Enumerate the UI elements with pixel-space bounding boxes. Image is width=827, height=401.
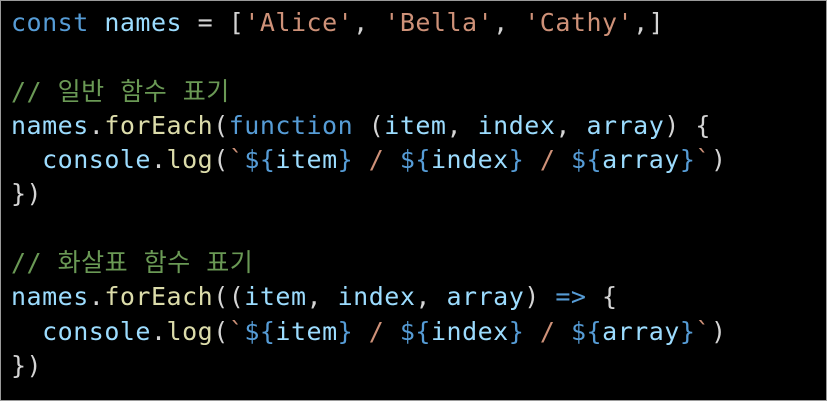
code-token: / — [353, 145, 400, 175]
code-token: 'Cathy' — [524, 8, 634, 37]
code-token: . — [88, 282, 105, 312]
code-token: } — [679, 316, 696, 346]
code-token: index — [430, 316, 509, 346]
code-token: 'Bella' — [384, 8, 494, 37]
code-token: item — [244, 282, 307, 312]
code-token: names — [11, 282, 89, 312]
code-token: array — [602, 145, 680, 175]
code-token: } — [337, 316, 354, 346]
code-block[interactable]: const names = ['Alice', 'Bella', 'Cathy'… — [11, 6, 818, 395]
code-token: ` — [228, 316, 245, 346]
code-token: names — [11, 110, 89, 140]
code-token: (( — [213, 282, 245, 312]
code-token: forEach — [104, 282, 214, 312]
code-token: ) — [710, 316, 727, 346]
code-token: } — [508, 145, 525, 175]
code-token: ${ — [570, 145, 603, 175]
code-line: // 일반 함수 표기 — [11, 75, 818, 109]
code-token: index — [430, 145, 509, 175]
code-token: ${ — [399, 316, 431, 346]
code-token: . — [150, 145, 167, 175]
code-token: console — [42, 145, 151, 175]
code-token: , — [555, 110, 587, 140]
code-token: ) { — [664, 110, 711, 140]
code-token: , — [306, 282, 338, 312]
code-line: // 화살표 함수 표기 — [11, 246, 818, 280]
code-token: , — [353, 8, 385, 37]
code-token: } — [679, 145, 696, 175]
code-token: forEach — [104, 110, 214, 140]
code-token: ) — [524, 282, 556, 312]
code-token: ` — [695, 145, 711, 175]
code-token: console — [42, 316, 151, 346]
code-token: ` — [228, 145, 245, 175]
code-token: names — [104, 8, 183, 37]
code-token: / — [524, 316, 571, 346]
code-token: // 화살표 함수 표기 — [11, 248, 254, 278]
code-token: ( — [213, 316, 229, 346]
code-token: ${ — [570, 316, 603, 346]
code-token: ` — [695, 316, 711, 346]
code-token: ( — [213, 145, 229, 175]
code-token: const — [11, 8, 89, 37]
code-token: . — [150, 316, 167, 346]
code-token: item — [384, 110, 447, 140]
code-token: index — [337, 282, 416, 312]
code-token: array — [586, 110, 665, 140]
code-token: ) — [710, 145, 727, 175]
code-line: }) — [11, 349, 818, 383]
code-editor-panel: const names = ['Alice', 'Bella', 'Cathy'… — [0, 0, 827, 401]
code-token: , — [446, 110, 478, 140]
code-line: console.log(`${item} / ${index} / ${arra… — [11, 143, 818, 177]
code-token: { — [586, 282, 618, 312]
code-token: ${ — [244, 145, 276, 175]
code-token: ${ — [399, 145, 431, 175]
code-token: ${ — [244, 316, 276, 346]
code-token: item — [275, 145, 338, 175]
code-token: , — [415, 282, 447, 312]
code-line: console.log(`${item} / ${index} / ${arra… — [11, 315, 818, 349]
code-token: }) — [11, 179, 43, 209]
code-token: function — [228, 110, 354, 140]
code-token: item — [275, 316, 338, 346]
code-token: } — [337, 145, 354, 175]
code-token: log — [166, 316, 214, 346]
code-token: / — [353, 316, 400, 346]
code-token: log — [166, 145, 214, 175]
code-token: ,] — [633, 8, 665, 37]
code-line: const names = ['Alice', 'Bella', 'Cathy'… — [11, 6, 818, 40]
code-token: ( — [213, 110, 229, 140]
code-token: , — [493, 8, 525, 37]
code-token: index — [477, 110, 556, 140]
code-token: 'Alice' — [244, 8, 354, 37]
code-token: }) — [11, 350, 43, 380]
code-token: = [ — [182, 8, 245, 37]
code-token: => — [555, 282, 587, 312]
code-token: . — [88, 110, 105, 140]
code-token: ( — [353, 110, 385, 140]
code-token: / — [524, 145, 571, 175]
code-line: }) — [11, 177, 818, 211]
code-line: names.forEach(function (item, index, arr… — [11, 109, 818, 143]
code-token: } — [508, 316, 525, 346]
code-line: names.forEach((item, index, array) => { — [11, 280, 818, 314]
code-token: array — [446, 282, 525, 312]
code-token: array — [602, 316, 680, 346]
code-token: // 일반 함수 표기 — [11, 76, 230, 106]
